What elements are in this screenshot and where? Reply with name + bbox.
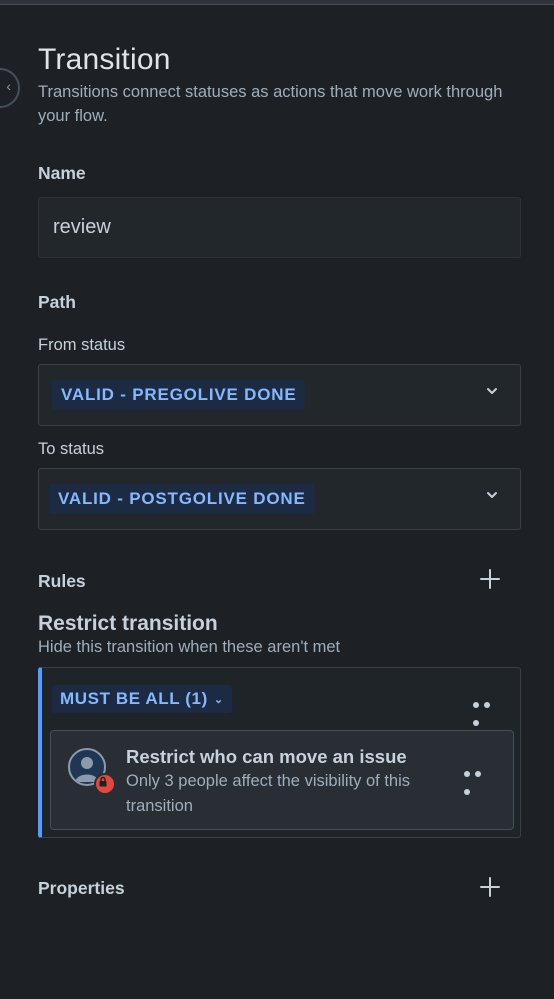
add-property-plus-icon[interactable] bbox=[478, 875, 502, 899]
name-section-label: Name bbox=[38, 163, 86, 183]
to-status-select[interactable]: VALID - POSTGOLIVE DONE bbox=[38, 468, 521, 530]
from-status-lozenge: VALID - PREGOLIVE DONE bbox=[52, 380, 306, 410]
restrict-rule-group: MUST BE ALL (1) ⌄ Restrict who can move a… bbox=[38, 667, 521, 838]
restrict-transition-title: Restrict transition bbox=[38, 612, 218, 635]
rule-card-description: Only 3 people affect the visibility of t… bbox=[126, 772, 411, 815]
from-status-label: From status bbox=[38, 336, 126, 354]
rule-card[interactable]: Restrict who can move an issue Only 3 pe… bbox=[50, 730, 514, 830]
condition-group-dropdown[interactable]: MUST BE ALL (1) ⌄ bbox=[52, 685, 232, 713]
lock-icon bbox=[94, 773, 116, 795]
collapse-panel-button[interactable]: ‹ bbox=[0, 68, 20, 108]
name-input[interactable] bbox=[38, 197, 521, 258]
group-more-icon[interactable] bbox=[473, 695, 503, 726]
rule-card-title: Restrict who can move an issue bbox=[126, 746, 407, 767]
from-status-select[interactable]: VALID - PREGOLIVE DONE bbox=[38, 364, 521, 426]
to-status-lozenge: VALID - POSTGOLIVE DONE bbox=[49, 484, 315, 514]
rule-more-icon[interactable] bbox=[464, 764, 494, 795]
panel-description: Transitions connect statuses as actions … bbox=[38, 83, 503, 125]
rules-section-label: Rules bbox=[38, 571, 86, 591]
panel-title: Transition bbox=[38, 43, 171, 76]
chevron-down-icon bbox=[487, 388, 497, 394]
add-rule-plus-icon[interactable] bbox=[478, 567, 502, 591]
to-status-label: To status bbox=[38, 440, 105, 458]
chevron-left-icon: ‹ bbox=[6, 78, 11, 94]
condition-group-label: MUST BE ALL (1) bbox=[60, 689, 208, 708]
top-border bbox=[0, 0, 554, 5]
path-section-label: Path bbox=[38, 292, 76, 312]
properties-section-label: Properties bbox=[38, 878, 125, 898]
chevron-down-icon: ⌄ bbox=[213, 694, 224, 706]
chevron-down-icon bbox=[487, 492, 497, 498]
restrict-transition-description: Hide this transition when these aren't m… bbox=[38, 638, 341, 656]
